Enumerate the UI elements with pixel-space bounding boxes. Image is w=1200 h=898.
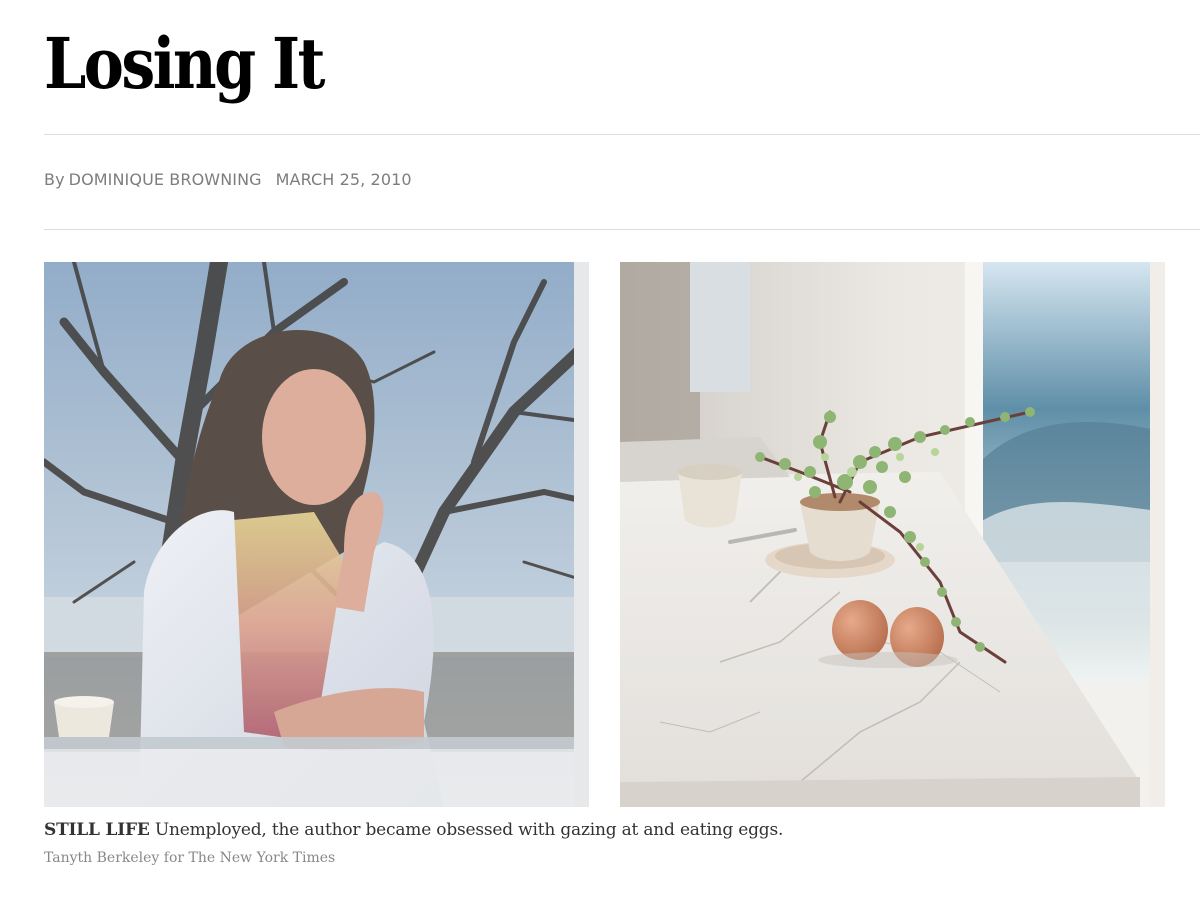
photo-caption: STILL LIFE Unemployed, the author became…: [44, 820, 783, 840]
author-link[interactable]: DOMINIQUE BROWNING: [69, 170, 262, 189]
article-headline: Losing It: [44, 22, 325, 105]
caption-text: Unemployed, the author became obsessed w…: [154, 820, 784, 840]
photo-credit: Tanyth Berkeley for The New York Times: [44, 850, 336, 866]
photo-eggs-still-life: [620, 262, 1165, 807]
byline-divider: [44, 229, 1200, 230]
caption-kicker: STILL LIFE: [44, 820, 150, 840]
byline-prefix: By: [44, 170, 65, 189]
header-divider: [44, 134, 1200, 135]
photo-woman-at-window: [44, 262, 589, 807]
publish-date: MARCH 25, 2010: [275, 170, 412, 189]
byline: By DOMINIQUE BROWNING MARCH 25, 2010: [44, 170, 412, 189]
